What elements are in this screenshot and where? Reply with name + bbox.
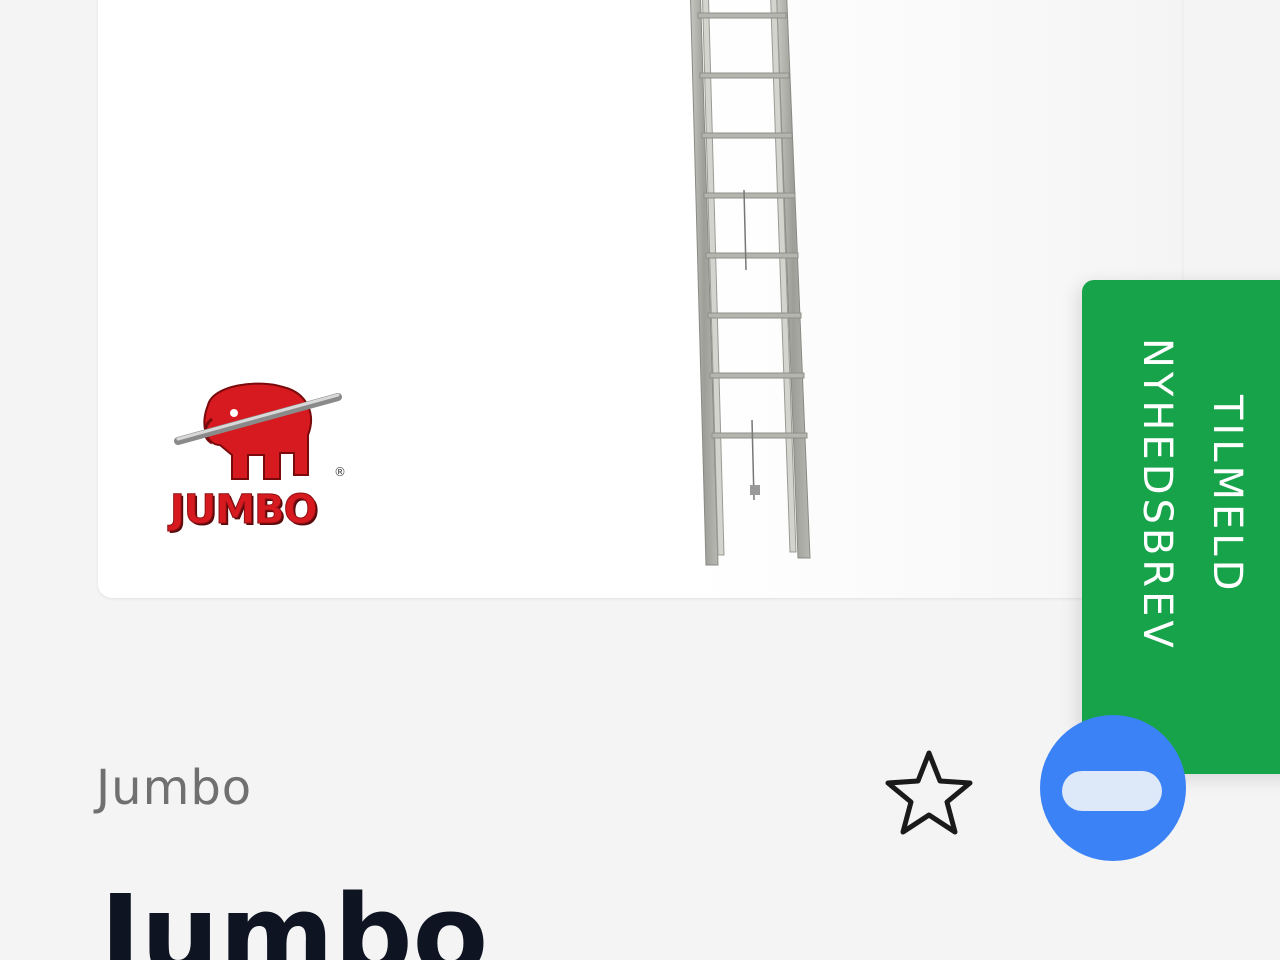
favorite-button[interactable] (880, 745, 978, 843)
jumbo-logo: JUMBO ® (168, 375, 358, 545)
star-outline-icon (885, 750, 973, 835)
product-image-card[interactable]: JUMBO ® (98, 0, 1182, 598)
product-title: Jumbo (100, 871, 489, 960)
ladder-image (690, 0, 811, 566)
registered-mark: ® (334, 465, 346, 479)
chat-button[interactable] (1040, 715, 1186, 861)
product-brand[interactable]: Jumbo (96, 760, 252, 816)
elephant-logo-icon (174, 382, 342, 480)
newsletter-signup-tab[interactable]: TILMELD NYHEDSBREV (1082, 280, 1280, 774)
product-page: JUMBO ® TILMELD NYHEDSBREV Jumbo Jumbo (0, 0, 1280, 960)
newsletter-label: TILMELD NYHEDSBREV (1134, 338, 1250, 652)
logo-text: JUMBO (170, 487, 319, 534)
chat-icon (1062, 771, 1162, 811)
